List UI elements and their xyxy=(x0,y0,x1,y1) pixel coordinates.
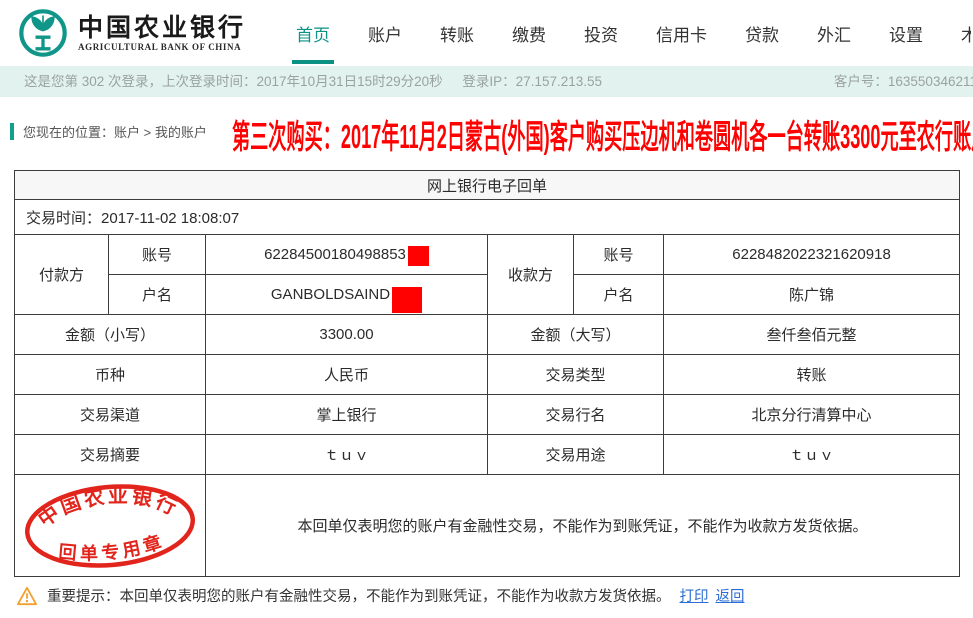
nav-item-settings[interactable]: 设置 xyxy=(889,0,923,66)
print-link[interactable]: 打印 xyxy=(680,585,709,606)
payer-label: 付款方 xyxy=(14,234,109,315)
main-nav: 首页 账户 转账 缴费 投资 信用卡 贷款 外汇 设置 木 xyxy=(277,0,971,66)
customer-number: 客户号：163550346211 xyxy=(833,74,973,89)
amount-digits-label: 金额（小写） xyxy=(14,314,206,355)
payee-name-value: 陈广锦 xyxy=(662,274,961,315)
payer-name-label: 户名 xyxy=(108,274,206,315)
bank-logo-text: 中国农业银行 AGRICULTURAL BANK OF CHINA xyxy=(78,14,246,53)
summary-value: ｔｕｖ xyxy=(205,434,488,475)
bank-name-cn: 中国农业银行 xyxy=(78,13,247,42)
breadcrumb-text: 您现在的位置：账户 > 我的账户 xyxy=(23,125,207,140)
notice-text: 重要提示：本回单仅表明您的账户有金融性交易，不能作为到账凭证，不能作为收款方发货… xyxy=(47,589,671,605)
summary-label: 交易摘要 xyxy=(14,434,206,475)
redaction-box xyxy=(392,286,423,313)
channel-value: 掌上银行 xyxy=(205,394,488,435)
purpose-value: ｔｕｖ xyxy=(662,434,961,475)
login-visits-text: 这是您第 302 次登录，上次登录时间：2017年10月31日15时29分20秒 xyxy=(24,74,443,89)
stamp-cell: 中国农业银行 回单专用章 xyxy=(14,474,206,577)
trade-time-value: 2017-11-02 18:08:07 xyxy=(101,209,240,227)
channel-label: 交易渠道 xyxy=(14,394,206,435)
back-link[interactable]: 返回 xyxy=(716,585,745,606)
breadcrumb: 您现在的位置：账户 > 我的账户 xyxy=(10,122,207,141)
redaction-box xyxy=(407,245,429,266)
nav-item-invest[interactable]: 投资 xyxy=(584,0,618,66)
login-info-bar: 这是您第 302 次登录，上次登录时间：2017年10月31日15时29分20秒… xyxy=(0,66,973,97)
receipt-note: 本回单仅表明您的账户有金融性交易，不能作为到账凭证，不能作为收款方发货依据。 xyxy=(204,474,961,577)
footer-notice: 重要提示：本回单仅表明您的账户有金融性交易，不能作为到账凭证，不能作为收款方发货… xyxy=(16,585,745,606)
trade-type-value: 转账 xyxy=(662,354,961,395)
nav-item-home[interactable]: 首页 xyxy=(292,0,334,66)
header: 中国农业银行 AGRICULTURAL BANK OF CHINA 首页 账户 … xyxy=(0,0,973,66)
stamp-bottom-text: 回单专用章 xyxy=(56,529,169,567)
branch-value: 北京分行清算中心 xyxy=(662,394,961,435)
login-ip: 登录IP：27.157.213.55 xyxy=(462,74,603,89)
bank-logo[interactable]: 中国农业银行 AGRICULTURAL BANK OF CHINA xyxy=(18,8,246,58)
bank-receipt-stamp: 中国农业银行 回单专用章 xyxy=(24,477,196,568)
svg-text:回单专用章: 回单专用章 xyxy=(56,529,169,567)
nav-item-clipped[interactable]: 木 xyxy=(961,0,971,66)
payee-account-label: 账号 xyxy=(573,234,664,275)
nav-item-accounts[interactable]: 账户 xyxy=(368,0,402,66)
amount-words-value: 叁仟叁佰元整 xyxy=(662,314,961,355)
page: 中国农业银行 AGRICULTURAL BANK OF CHINA 首页 账户 … xyxy=(0,0,973,618)
purpose-label: 交易用途 xyxy=(487,434,664,475)
nav-item-transfer[interactable]: 转账 xyxy=(440,0,474,66)
payer-account-label: 账号 xyxy=(108,234,206,275)
abc-bank-logo-icon xyxy=(19,9,67,57)
currency-label: 币种 xyxy=(14,354,206,395)
login-summary: 这是您第 302 次登录，上次登录时间：2017年10月31日15时29分20秒… xyxy=(24,66,602,97)
red-annotation-text: 第三次购买：2017年11月2日蒙古(外国)客户购买压边机和卷圆机各一台转账33… xyxy=(232,118,973,155)
warning-icon xyxy=(16,586,37,605)
amount-words-label: 金额（大写） xyxy=(487,314,664,355)
nav-item-loans[interactable]: 贷款 xyxy=(745,0,779,66)
payee-name-label: 户名 xyxy=(573,274,664,315)
receipt-table: 网上银行电子回单 交易时间：2017-11-02 18:08:07 付款方 账号… xyxy=(13,170,961,577)
nav-item-forex[interactable]: 外汇 xyxy=(817,0,851,66)
trade-type-label: 交易类型 xyxy=(487,354,664,395)
nav-item-credit-card[interactable]: 信用卡 xyxy=(656,0,707,66)
payee-label: 收款方 xyxy=(487,234,574,315)
payer-name-cell: GANBOLDSAIND xyxy=(205,274,488,315)
currency-value: 人民币 xyxy=(205,354,488,395)
payee-account-value: 6228482022321620918 xyxy=(662,234,961,275)
breadcrumb-accent-bar xyxy=(10,123,14,140)
trade-time-cell: 交易时间：2017-11-02 18:08:07 xyxy=(13,199,961,235)
payer-account-cell: 62284500180498853 xyxy=(205,234,488,275)
amount-digits-value: 3300.00 xyxy=(205,314,488,355)
nav-item-payments[interactable]: 缴费 xyxy=(512,0,546,66)
bank-name-en: AGRICULTURAL BANK OF CHINA xyxy=(78,42,242,53)
branch-label: 交易行名 xyxy=(487,394,664,435)
receipt-title: 网上银行电子回单 xyxy=(13,170,961,200)
